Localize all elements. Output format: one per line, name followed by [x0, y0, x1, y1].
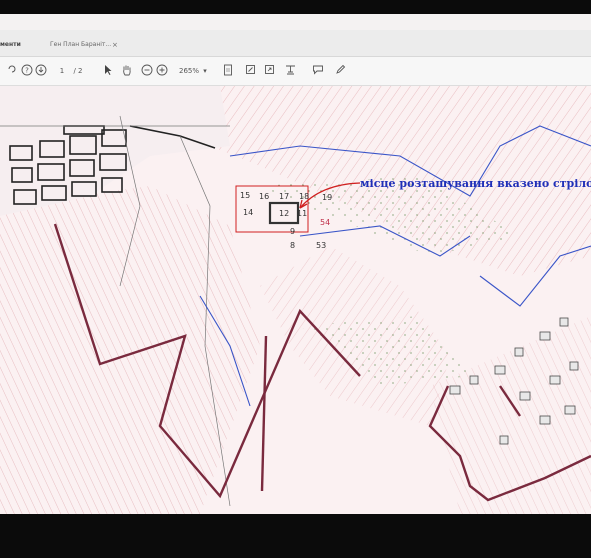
pdf-toolbar: ? 1 / 2 265% ▾ [0, 57, 591, 86]
cursor-icon[interactable] [102, 64, 114, 78]
zoom-in-icon[interactable] [155, 64, 169, 78]
svg-text:?: ? [25, 67, 29, 75]
parcel-16: 16 [259, 192, 270, 201]
parcel-12: 12 [279, 209, 290, 218]
tab-bar: менти Ген План Бараніт... × [0, 30, 591, 57]
download-icon[interactable] [34, 64, 48, 78]
close-tab-icon[interactable]: × [112, 36, 118, 54]
parcel-9: 9 [290, 227, 296, 236]
parcel-18: 18 [299, 192, 310, 201]
parcel-11: 11 [297, 209, 308, 218]
page-number-input[interactable]: 1 [58, 64, 66, 78]
location-annotation: місце розташування вказено стрілочко [360, 177, 591, 190]
help-icon[interactable]: ? [20, 64, 34, 78]
tab-file[interactable]: Ген План Бараніт... [50, 36, 111, 54]
undo-icon[interactable] [6, 64, 18, 78]
zoom-level-select[interactable]: 265% [178, 64, 200, 78]
parcel-53: 53 [316, 241, 327, 250]
map-drawing [0, 86, 591, 514]
stamp-icon[interactable] [284, 64, 296, 78]
parcel-8: 8 [290, 241, 296, 250]
page-total: / 2 [73, 67, 83, 75]
parcel-19: 19 [322, 193, 333, 202]
fullscreen-icon[interactable] [263, 64, 275, 78]
hand-icon[interactable] [120, 64, 132, 78]
chevron-down-icon[interactable]: ▾ [202, 64, 208, 78]
parcel-14: 14 [243, 208, 254, 217]
zoom-out-icon[interactable] [140, 64, 154, 78]
comment-icon[interactable] [312, 64, 324, 78]
fit-page-icon[interactable] [222, 64, 234, 78]
parcel-17: 17 [279, 192, 290, 201]
crop-icon[interactable] [244, 64, 256, 78]
tab-documents[interactable]: менти [0, 36, 21, 54]
general-plan-map[interactable]: 15 16 17 18 19 14 12 11 54 9 8 53 [0, 86, 591, 514]
parcel-54: 54 [320, 218, 331, 227]
parcel-15: 15 [240, 191, 251, 200]
pen-icon[interactable] [334, 64, 346, 78]
